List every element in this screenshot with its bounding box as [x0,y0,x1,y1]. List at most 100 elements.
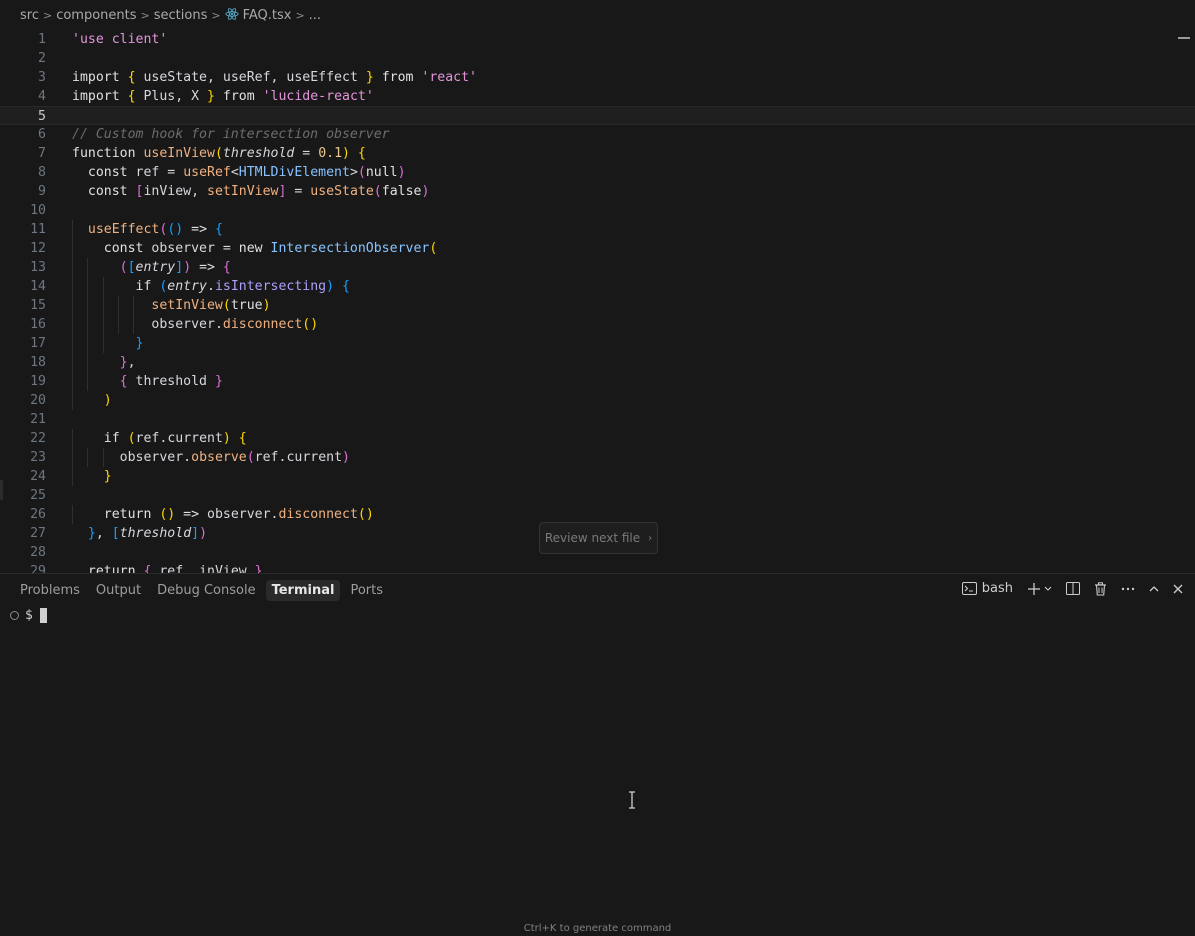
code-line[interactable]: 12 const observer = new IntersectionObse… [0,239,1195,258]
review-next-file-button[interactable]: Review next file › [539,522,658,554]
breadcrumb-src[interactable]: src [20,8,39,23]
line-number: 1 [38,32,46,47]
code-token: current [286,450,343,465]
code-line[interactable]: 19 { threshold } [0,372,1195,391]
code-token: . [207,279,215,294]
code-token: import [72,89,128,104]
split-terminal-button[interactable] [1066,582,1080,595]
code-token: ( [373,184,382,199]
code-line[interactable]: 29 return { ref, inView } [0,562,1195,573]
code-editor[interactable]: 1'use client' 2 3 import { useState, useRef… [0,30,1195,573]
code-token: disconnect [278,507,358,522]
code-line[interactable]: 6 // Custom hook for intersection observe… [0,125,1195,144]
code-token: { [222,260,231,275]
maximize-panel-button[interactable] [1149,585,1159,592]
code-token: 'lucide-react' [262,89,374,104]
code-token: ) [342,450,350,465]
sash-handle[interactable] [0,480,3,500]
code-token: , [191,184,208,199]
code-token: ) [199,526,208,541]
terminal-shell-selector[interactable]: bash [961,581,1013,596]
code-token: = [294,146,319,161]
code-token: ( [127,431,136,446]
code-line[interactable]: 16 observer.disconnect() [0,315,1195,334]
shell-label: bash [981,581,1013,596]
code-line[interactable]: 9 const [inView, setInView] = useState(f… [0,182,1195,201]
tab-terminal[interactable]: Terminal [265,580,341,601]
breadcrumb-file[interactable]: FAQ.tsx [224,7,291,23]
code-text: } [72,467,112,486]
code-line[interactable]: 11 useEffect(() => { [0,220,1195,239]
code-token: ( [429,241,438,256]
terminal-prompt-line[interactable]: $ [10,608,47,623]
chevron-right-icon: › [648,532,653,544]
code-token: , [207,70,223,85]
code-token: . [214,317,223,332]
code-token: ref [135,431,160,446]
tab-debug-console[interactable]: Debug Console [151,580,262,601]
close-icon [1173,584,1183,593]
code-line[interactable]: 20 ) [0,391,1195,410]
panel-tabs: Problems Output Debug Console Terminal P… [14,580,389,601]
code-line[interactable]: 7 function useInView(threshold = 0.1) { [0,144,1195,163]
code-line[interactable]: 25 [0,486,1195,505]
terminal-icon [961,582,977,595]
code-token: { [127,70,144,85]
generate-command-hint: Ctrl+K to generate command [523,923,672,934]
line-number: 4 [38,89,46,104]
code-token: { [72,374,136,389]
close-panel-button[interactable] [1173,584,1183,594]
code-line[interactable]: 21 [0,410,1195,429]
code-line[interactable]: 15 setInView(true) [0,296,1195,315]
code-text: const observer = new IntersectionObserve… [72,239,438,258]
line-number: 20 [30,393,46,408]
code-token: Plus [143,89,176,104]
code-token: } [72,336,144,351]
code-token: return [72,564,144,573]
code-token: ) [397,165,406,180]
code-token: ) [72,393,112,408]
code-token: const [72,165,136,180]
code-line[interactable]: 2 [0,49,1195,68]
chevron-down-icon[interactable] [1044,586,1052,592]
code-line[interactable]: 1 'use client' [0,30,1195,49]
line-number: 24 [30,469,46,484]
code-line[interactable]: 5 [0,106,1195,125]
code-line[interactable]: 18 }, [0,353,1195,372]
code-line[interactable]: 8 const ref = useRef<HTMLDivElement>(nul… [0,163,1195,182]
code-line[interactable]: 23 observer.observe(ref.current) [0,448,1195,467]
code-token: , [183,564,200,573]
code-text: import { Plus, X } from 'lucide-react' [72,87,374,106]
code-token: true [230,298,263,313]
text-cursor-icon [629,791,635,809]
code-token: () [357,507,374,522]
code-line[interactable]: 14 if (entry.isIntersecting) { [0,277,1195,296]
code-line[interactable]: 10 [0,201,1195,220]
tab-problems[interactable]: Problems [14,580,86,601]
code-line[interactable]: 3 import { useState, useRef, useEffect } … [0,68,1195,87]
line-number: 10 [30,203,46,218]
code-token: () [159,507,176,522]
code-token: ) [262,298,271,313]
code-token: . [183,450,192,465]
new-terminal-button[interactable] [1027,582,1052,596]
code-token: observer [119,450,184,465]
code-line[interactable]: 24 } [0,467,1195,486]
tab-ports[interactable]: Ports [344,580,389,601]
code-line[interactable]: 22 if (ref.current) { [0,429,1195,448]
line-number: 28 [30,545,46,560]
code-line[interactable]: 13 ([entry]) => { [0,258,1195,277]
code-text: return () => observer.disconnect() [72,505,374,524]
breadcrumb-sections[interactable]: sections [154,8,208,23]
more-actions-button[interactable] [1121,587,1135,591]
line-number: 26 [30,507,46,522]
code-line[interactable]: 4 import { Plus, X } from 'lucide-react' [0,87,1195,106]
tab-output[interactable]: Output [90,580,147,601]
breadcrumb-symbol[interactable]: ... [309,8,321,23]
kill-terminal-button[interactable] [1094,581,1107,596]
breadcrumb-components[interactable]: components [56,8,136,23]
code-token: if [72,431,128,446]
code-line[interactable]: 17 } [0,334,1195,353]
code-text: const [inView, setInView] = useState(fal… [72,182,430,201]
